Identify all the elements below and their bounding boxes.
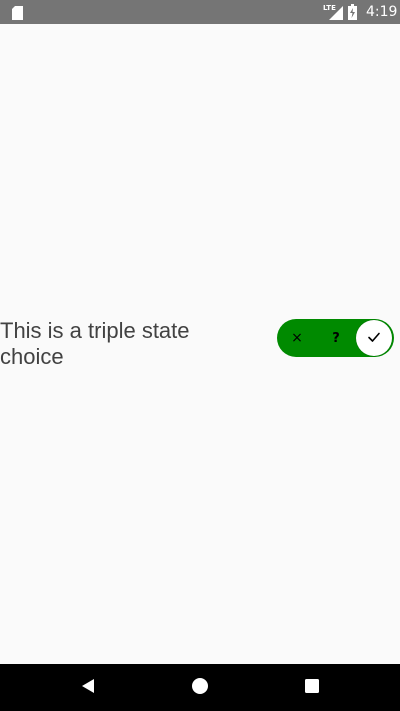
navigation-bar xyxy=(0,664,400,711)
main-content: This is a triple state choice × ? xyxy=(0,24,400,664)
recents-button[interactable] xyxy=(282,664,342,711)
lte-signal-icon: LTE xyxy=(323,4,343,20)
battery-charging-icon xyxy=(348,4,357,20)
triple-state-setting-row: This is a triple state choice × ? xyxy=(0,318,400,369)
network-type-label: LTE xyxy=(323,4,336,12)
switch-option-off[interactable]: × xyxy=(278,319,316,357)
sd-card-icon xyxy=(12,5,23,20)
setting-label: This is a triple state choice xyxy=(0,318,190,369)
status-time: 4:19 xyxy=(366,4,398,20)
close-icon: × xyxy=(291,330,303,346)
question-icon: ? xyxy=(332,330,340,346)
switch-thumb-on[interactable] xyxy=(356,320,392,356)
switch-option-unknown[interactable]: ? xyxy=(317,319,355,357)
home-button[interactable] xyxy=(170,664,230,711)
triple-state-switch[interactable]: × ? xyxy=(277,319,394,357)
back-button[interactable] xyxy=(58,664,118,711)
home-icon xyxy=(191,677,209,699)
check-icon xyxy=(367,329,381,348)
back-icon xyxy=(80,678,96,698)
recents-icon xyxy=(305,678,319,697)
status-bar: LTE 4:19 xyxy=(0,0,400,24)
